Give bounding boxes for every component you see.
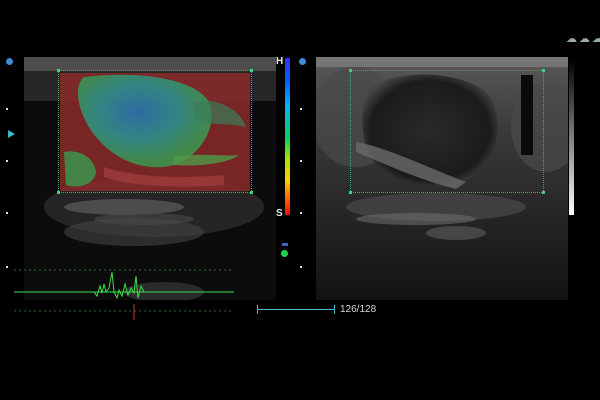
green-marker-icon xyxy=(281,250,288,257)
depth-tick xyxy=(300,212,302,214)
cine-end-handle[interactable] xyxy=(334,305,335,314)
probe-orientation-marker-left xyxy=(6,58,13,65)
elasticity-scale-soft-label: S xyxy=(276,208,283,219)
depth-tick xyxy=(300,266,302,268)
strain-waveform xyxy=(14,269,234,320)
grayscale-bar xyxy=(569,60,574,215)
elasticity-scale-hard-label: H xyxy=(276,56,284,67)
depth-tick xyxy=(6,266,8,268)
roi-box-right[interactable] xyxy=(349,69,545,194)
blue-marker-icon xyxy=(282,243,288,246)
depth-tick xyxy=(300,160,302,162)
bmode-image-panel[interactable] xyxy=(316,57,568,300)
depth-tick xyxy=(300,108,302,110)
focus-indicator-icon[interactable] xyxy=(8,130,15,138)
cine-playback-bar[interactable] xyxy=(257,309,335,310)
depth-tick xyxy=(6,108,8,110)
cine-start-handle[interactable] xyxy=(257,305,258,314)
cloud-icon[interactable]: ☁ xyxy=(592,32,600,45)
depth-tick xyxy=(6,160,8,162)
roi-box-left[interactable] xyxy=(57,69,253,194)
elasticity-color-scale xyxy=(285,58,290,215)
depth-tick xyxy=(6,212,8,214)
cloud-link-icon[interactable]: ☁ xyxy=(579,32,590,45)
cine-frame-counter: 126/128 xyxy=(340,304,377,315)
probe-orientation-marker-right xyxy=(299,58,306,65)
cloud-upload-icon[interactable]: ☁ xyxy=(566,32,577,45)
